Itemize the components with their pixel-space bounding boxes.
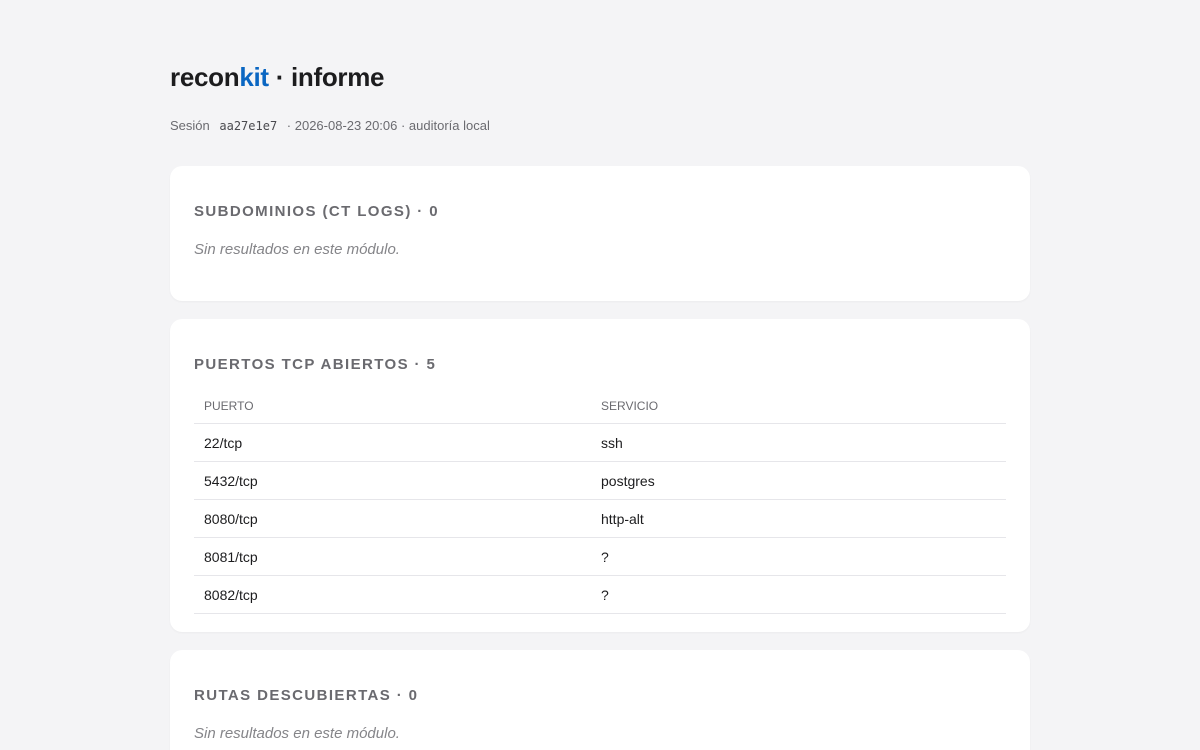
table-row: 22/tcp ssh xyxy=(194,423,1006,462)
session-meta: Sesión aa27e1e7 · 2026-08-23 20:06 · aud… xyxy=(170,118,1030,134)
service-cell: http-alt xyxy=(591,499,1006,538)
routes-card: RUTAS DESCUBIERTAS · 0 Sin resultados en… xyxy=(170,650,1030,750)
brand-accent: kit xyxy=(239,62,269,92)
session-label: Sesión xyxy=(170,118,210,133)
session-id: aa27e1e7 xyxy=(219,119,278,133)
ports-table: PUERTO SERVICIO 22/tcp ssh 5432/tcp post… xyxy=(194,388,1006,614)
ports-title: PUERTOS TCP ABIERTOS · 5 xyxy=(194,356,437,373)
session-details: · 2026-08-23 20:06 · auditoría local xyxy=(286,118,490,133)
routes-title: RUTAS DESCUBIERTAS · 0 xyxy=(194,687,419,704)
table-row: 8082/tcp ? xyxy=(194,575,1006,614)
port-cell: 22/tcp xyxy=(194,423,591,462)
page-title: reconkit · informe xyxy=(170,62,1030,92)
column-header-service: SERVICIO xyxy=(591,388,1006,424)
service-cell: ? xyxy=(591,537,1006,576)
subdomains-title: SUBDOMINIOS (CT LOGS) · 0 xyxy=(194,203,439,220)
ports-card: PUERTOS TCP ABIERTOS · 5 PUERTO SERVICIO… xyxy=(170,319,1030,632)
subdomains-empty-message: Sin resultados en este módulo. xyxy=(194,241,400,258)
routes-empty-message: Sin resultados en este módulo. xyxy=(194,725,400,742)
port-cell: 8080/tcp xyxy=(194,499,591,538)
service-cell: postgres xyxy=(591,461,1006,500)
brand-prefix: recon xyxy=(170,62,240,92)
table-row: 8080/tcp http-alt xyxy=(194,499,1006,538)
subdomains-card: SUBDOMINIOS (CT LOGS) · 0 Sin resultados… xyxy=(170,166,1030,301)
port-cell: 8081/tcp xyxy=(194,537,591,576)
column-header-port: PUERTO xyxy=(194,388,591,424)
service-cell: ssh xyxy=(591,423,1006,462)
report-page: reconkit · informe Sesión aa27e1e7 · 202… xyxy=(170,0,1030,750)
ports-table-header-row: PUERTO SERVICIO xyxy=(194,388,1006,424)
port-cell: 5432/tcp xyxy=(194,461,591,500)
title-suffix: · informe xyxy=(268,62,385,92)
service-cell: ? xyxy=(591,575,1006,614)
table-row: 5432/tcp postgres xyxy=(194,461,1006,500)
table-row: 8081/tcp ? xyxy=(194,537,1006,576)
port-cell: 8082/tcp xyxy=(194,575,591,614)
